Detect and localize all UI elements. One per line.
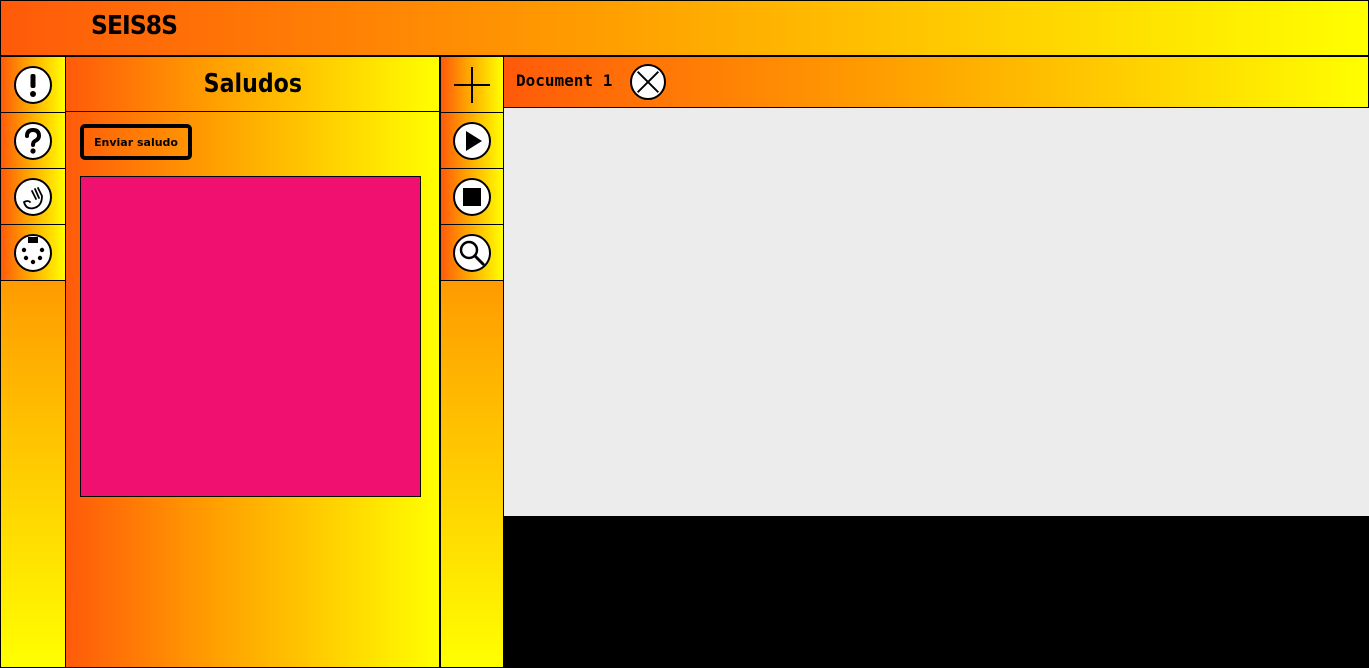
stop-button[interactable] [441, 169, 503, 225]
send-greeting-button[interactable]: Enviar saludo [80, 124, 192, 160]
document-tab-strip: Document 1 [503, 56, 1369, 108]
sidebar-item-help[interactable] [1, 113, 65, 169]
console-output [504, 516, 1369, 668]
close-tab-button[interactable] [630, 64, 666, 100]
search-button[interactable] [441, 225, 503, 281]
exclamation-icon [14, 65, 52, 104]
greetings-panel: Saludos Enviar saludo [65, 56, 440, 668]
sidebar-item-midi[interactable] [1, 225, 65, 281]
play-icon [453, 121, 491, 160]
play-button[interactable] [441, 113, 503, 169]
stop-icon [453, 177, 491, 216]
left-sidebar [0, 56, 66, 668]
new-document-button[interactable] [441, 57, 503, 113]
sidebar-item-greetings[interactable] [1, 169, 65, 225]
panel-body: Enviar saludo [66, 112, 439, 667]
app-header: SEIS8S [0, 0, 1369, 56]
panel-title: Saludos [203, 69, 302, 99]
hand-icon [14, 177, 52, 216]
greeting-canvas[interactable] [80, 176, 421, 497]
search-icon [453, 233, 491, 272]
app-title: SEIS8S [91, 11, 178, 41]
midi-connector-icon [14, 233, 52, 272]
code-editor[interactable] [504, 108, 1369, 516]
sidebar-item-info[interactable] [1, 57, 65, 113]
tab-document-1[interactable]: Document 1 [516, 71, 612, 90]
question-icon [14, 121, 52, 160]
panel-header: Saludos [66, 57, 439, 112]
tool-rail [440, 56, 504, 668]
close-icon [636, 70, 660, 94]
plus-icon [454, 66, 490, 103]
